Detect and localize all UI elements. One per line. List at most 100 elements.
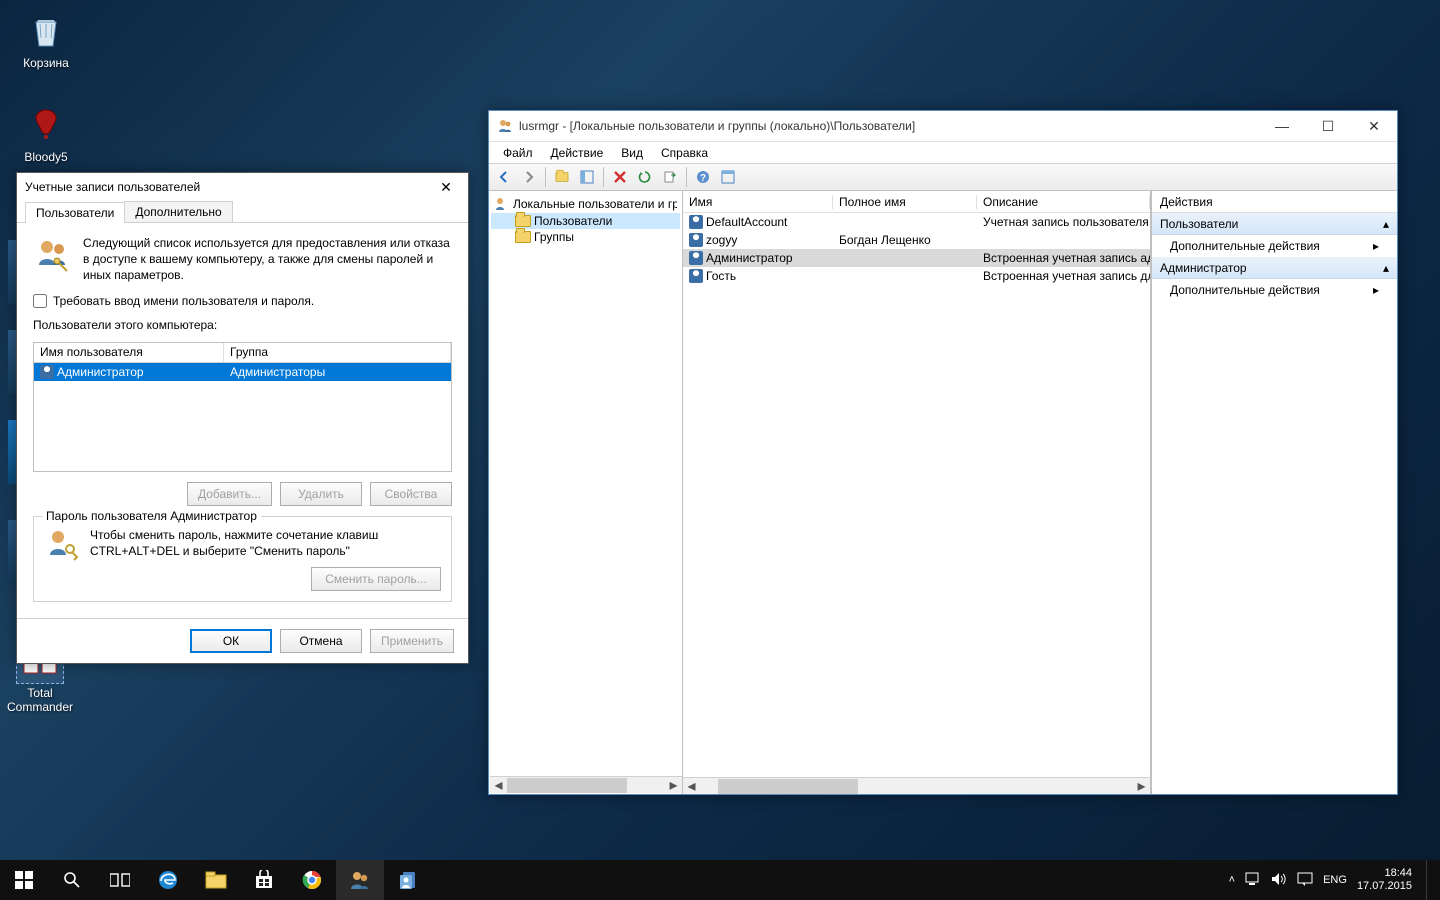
tray-clock[interactable]: 18:44 17.07.2015: [1357, 867, 1416, 893]
user-accounts-dialog: Учетные записи пользователей ✕ Пользоват…: [16, 172, 469, 664]
scroll-right-arrow[interactable]: ▸: [665, 775, 682, 795]
menu-help[interactable]: Справка: [653, 144, 716, 162]
taskbar-app-useraccounts[interactable]: [384, 860, 432, 900]
list-row[interactable]: Администратор Встроенная учетная запись …: [683, 249, 1150, 267]
list-hscroll[interactable]: ◂ ▸: [683, 777, 1150, 794]
col-username[interactable]: Имя пользователя: [34, 343, 224, 362]
desktop-icon-label: Корзина: [23, 56, 69, 70]
taskbar-app-store[interactable]: [240, 860, 288, 900]
desktop-icon-recycle-bin[interactable]: Корзина: [8, 6, 84, 70]
tray-volume-icon[interactable]: [1271, 872, 1287, 889]
close-button[interactable]: ✕: [1351, 111, 1397, 141]
toolbar-back-icon[interactable]: [493, 166, 515, 188]
taskbar-app-explorer[interactable]: [192, 860, 240, 900]
require-login-checkbox[interactable]: [33, 294, 47, 308]
cell-desc: Встроенная учетная запись ад: [977, 251, 1150, 265]
tree-item-users[interactable]: Пользователи: [491, 213, 680, 229]
actions-section-users[interactable]: Пользователи ▴: [1152, 213, 1397, 235]
taskbar-search-icon[interactable]: [48, 860, 96, 900]
scroll-left-arrow[interactable]: ◂: [683, 778, 700, 795]
taskbar-app-chrome[interactable]: [288, 860, 336, 900]
cancel-button[interactable]: Отмена: [280, 629, 362, 653]
task-view-icon[interactable]: [96, 860, 144, 900]
col-fullname[interactable]: Полное имя: [833, 195, 977, 209]
uac-titlebar[interactable]: Учетные записи пользователей ✕: [17, 173, 468, 201]
toolbar-refresh-icon[interactable]: [634, 166, 656, 188]
user-key-icon: [44, 527, 80, 566]
tray-network-icon[interactable]: [1245, 872, 1261, 889]
toolbar-delete-icon[interactable]: [609, 166, 631, 188]
menu-action[interactable]: Действие: [543, 144, 612, 162]
scroll-thumb[interactable]: [718, 779, 858, 794]
change-password-button[interactable]: Сменить пароль...: [311, 567, 441, 591]
toolbar-help-icon[interactable]: ?: [692, 166, 714, 188]
scroll-left-arrow[interactable]: ◂: [490, 775, 507, 795]
col-desc[interactable]: Описание: [977, 195, 1150, 209]
start-button[interactable]: [0, 860, 48, 900]
tree-item-groups[interactable]: Группы: [491, 229, 680, 245]
apply-button[interactable]: Применить: [370, 629, 454, 653]
ok-button[interactable]: ОК: [190, 629, 272, 653]
user-icon: [689, 233, 703, 247]
remove-user-button[interactable]: Удалить: [280, 482, 362, 506]
desktop-icon-bloody5[interactable]: Bloody5: [8, 100, 84, 164]
uac-user-list[interactable]: Имя пользователя Группа Администратор Ад…: [33, 342, 452, 472]
tree-root[interactable]: Локальные пользователи и гру...: [491, 195, 680, 213]
actions-item-more[interactable]: Дополнительные действия ▸: [1152, 235, 1397, 257]
lusrmgr-titlebar[interactable]: lusrmgr - [Локальные пользователи и груп…: [489, 111, 1397, 141]
toolbar-forward-icon[interactable]: [518, 166, 540, 188]
lusrmgr-toolbar: ?: [489, 163, 1397, 191]
cell-group: Администраторы: [224, 365, 451, 379]
list-row[interactable]: Гость Встроенная учетная запись дл: [683, 267, 1150, 285]
toolbar-showhide-icon[interactable]: [576, 166, 598, 188]
uac-list-row[interactable]: Администратор Администраторы: [34, 363, 451, 381]
lusrmgr-window: lusrmgr - [Локальные пользователи и груп…: [488, 110, 1398, 795]
scroll-right-arrow[interactable]: ▸: [1133, 778, 1150, 795]
list-rows[interactable]: DefaultAccount Учетная запись пользовате…: [683, 213, 1150, 777]
col-group[interactable]: Группа: [224, 343, 451, 362]
actions-section-admin[interactable]: Администратор ▴: [1152, 257, 1397, 279]
tab-users[interactable]: Пользователи: [25, 202, 125, 223]
user-icon: [689, 269, 703, 283]
folder-icon: [515, 215, 531, 227]
menu-file[interactable]: Файл: [495, 144, 541, 162]
tray-chevron-icon[interactable]: ˄: [1229, 874, 1235, 886]
actions-item-more[interactable]: Дополнительные действия ▸: [1152, 279, 1397, 301]
tree-hscroll[interactable]: ◂ ▸: [490, 776, 682, 793]
lusrmgr-menubar: Файл Действие Вид Справка: [489, 141, 1397, 163]
show-desktop-button[interactable]: [1426, 860, 1432, 900]
cell-desc: Встроенная учетная запись дл: [977, 269, 1150, 283]
scroll-thumb[interactable]: [507, 778, 627, 793]
add-user-button[interactable]: Добавить...: [187, 482, 272, 506]
cell-name: zogyy: [706, 233, 737, 247]
user-properties-button[interactable]: Свойства: [370, 482, 452, 506]
users-keys-icon: [33, 235, 73, 284]
password-group-legend: Пароль пользователя Администратор: [42, 509, 261, 523]
lusrmgr-list: Имя Полное имя Описание DefaultAccount У…: [683, 191, 1151, 794]
recycle-bin-icon: [22, 6, 70, 54]
desktop-icon-label: Bloody5: [24, 150, 67, 164]
list-row[interactable]: DefaultAccount Учетная запись пользовате…: [683, 213, 1150, 231]
tab-advanced[interactable]: Дополнительно: [124, 201, 232, 222]
close-button[interactable]: ✕: [432, 175, 460, 199]
toolbar-properties-icon[interactable]: [717, 166, 739, 188]
tray-language[interactable]: ENG: [1323, 874, 1347, 886]
taskbar-app-lusrmgr[interactable]: [336, 860, 384, 900]
menu-view[interactable]: Вид: [613, 144, 651, 162]
minimize-button[interactable]: —: [1259, 111, 1305, 141]
user-icon: [689, 215, 703, 229]
submenu-arrow-icon: ▸: [1373, 283, 1379, 297]
list-row[interactable]: zogyy Богдан Лещенко: [683, 231, 1150, 249]
lusrmgr-app-icon: [497, 118, 513, 134]
list-columns: Имя Полное имя Описание: [683, 191, 1150, 213]
toolbar-up-icon[interactable]: [551, 166, 573, 188]
toolbar-export-icon[interactable]: [659, 166, 681, 188]
require-login-label: Требовать ввод имени пользователя и паро…: [53, 294, 314, 308]
tray-notifications-icon[interactable]: [1297, 872, 1313, 889]
maximize-button[interactable]: ☐: [1305, 111, 1351, 141]
bloody5-icon: [22, 100, 70, 148]
col-name[interactable]: Имя: [683, 195, 833, 209]
lusrmgr-tree[interactable]: Локальные пользователи и гру... Пользова…: [489, 191, 683, 794]
taskbar-app-edge[interactable]: [144, 860, 192, 900]
lusrmgr-title: lusrmgr - [Локальные пользователи и груп…: [519, 119, 1259, 133]
